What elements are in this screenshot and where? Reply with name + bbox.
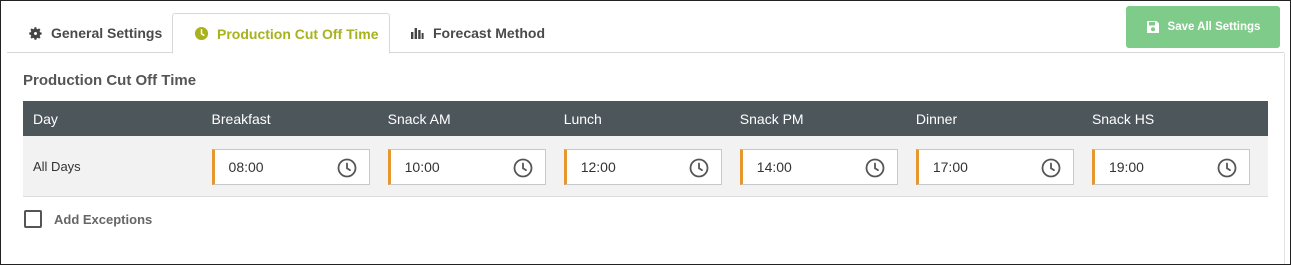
tab-label: Forecast Method	[433, 25, 546, 41]
cutoff-table: Day Breakfast Snack AM Lunch Snack PM Di…	[23, 101, 1268, 197]
column-header-dinner: Dinner	[915, 110, 958, 127]
clock-icon[interactable]	[865, 158, 885, 178]
time-value: 14:00	[756, 159, 792, 175]
gear-icon	[27, 25, 43, 41]
row-day-label: All Days	[33, 158, 81, 174]
add-exceptions-option[interactable]: Add Exceptions	[24, 210, 152, 228]
save-all-settings-button[interactable]: Save All Settings	[1126, 6, 1280, 48]
breakfast-time-input[interactable]: 08:00	[211, 149, 370, 185]
save-button-label: Save All Settings	[1167, 21, 1261, 33]
dinner-cell: 17:00	[915, 136, 1092, 196]
column-header-snack-pm: Snack PM	[739, 110, 804, 127]
column-header-snack-am: Snack AM	[387, 110, 451, 127]
lunch-cell: 12:00	[563, 136, 740, 196]
time-value: 12:00	[580, 159, 616, 175]
column-header-day: Day	[33, 110, 58, 127]
settings-panel: General Settings Production Cut Off Time…	[0, 0, 1291, 265]
tab-general-settings[interactable]: General Settings	[27, 13, 162, 53]
tab-forecast-method[interactable]: Forecast Method	[409, 13, 545, 53]
snack-hs-cell: 19:00	[1091, 136, 1268, 196]
section-title: Production Cut Off Time	[23, 72, 197, 89]
breakfast-cell: 08:00	[211, 136, 388, 196]
snack-hs-time-input[interactable]: 19:00	[1091, 149, 1250, 185]
column-header-breakfast: Breakfast	[211, 110, 271, 127]
snack-am-cell: 10:00	[387, 136, 564, 196]
table-row: All Days 08:00 10:00 12:00 14:00 17:00 1…	[23, 136, 1268, 197]
dinner-time-input[interactable]: 17:00	[915, 149, 1074, 185]
time-value: 08:00	[228, 159, 264, 175]
lunch-time-input[interactable]: 12:00	[563, 149, 722, 185]
time-value: 17:00	[932, 159, 968, 175]
tab-label: General Settings	[51, 25, 163, 41]
tab-bar: General Settings Production Cut Off Time…	[1, 1, 1290, 54]
time-value: 19:00	[1108, 159, 1144, 175]
bar-chart-icon	[409, 25, 425, 41]
clock-icon[interactable]	[1217, 158, 1237, 178]
add-exceptions-label[interactable]: Add Exceptions	[54, 212, 152, 227]
clock-icon[interactable]	[513, 158, 533, 178]
tab-label: Production Cut Off Time	[217, 25, 379, 42]
column-header-snack-hs: Snack HS	[1091, 110, 1155, 127]
scrollbar[interactable]	[1284, 53, 1285, 264]
clock-icon[interactable]	[689, 158, 709, 178]
tab-production-cut-off-time[interactable]: Production Cut Off Time	[172, 13, 390, 54]
snack-pm-cell: 14:00	[739, 136, 916, 196]
clock-icon	[193, 26, 209, 42]
table-header: Day Breakfast Snack AM Lunch Snack PM Di…	[23, 101, 1268, 136]
add-exceptions-checkbox[interactable]	[24, 210, 42, 228]
snack-pm-time-input[interactable]: 14:00	[739, 149, 898, 185]
time-value: 10:00	[404, 159, 440, 175]
snack-am-time-input[interactable]: 10:00	[387, 149, 546, 185]
column-header-lunch: Lunch	[563, 110, 602, 127]
clock-icon[interactable]	[337, 158, 357, 178]
save-icon	[1146, 20, 1160, 34]
clock-icon[interactable]	[1041, 158, 1061, 178]
